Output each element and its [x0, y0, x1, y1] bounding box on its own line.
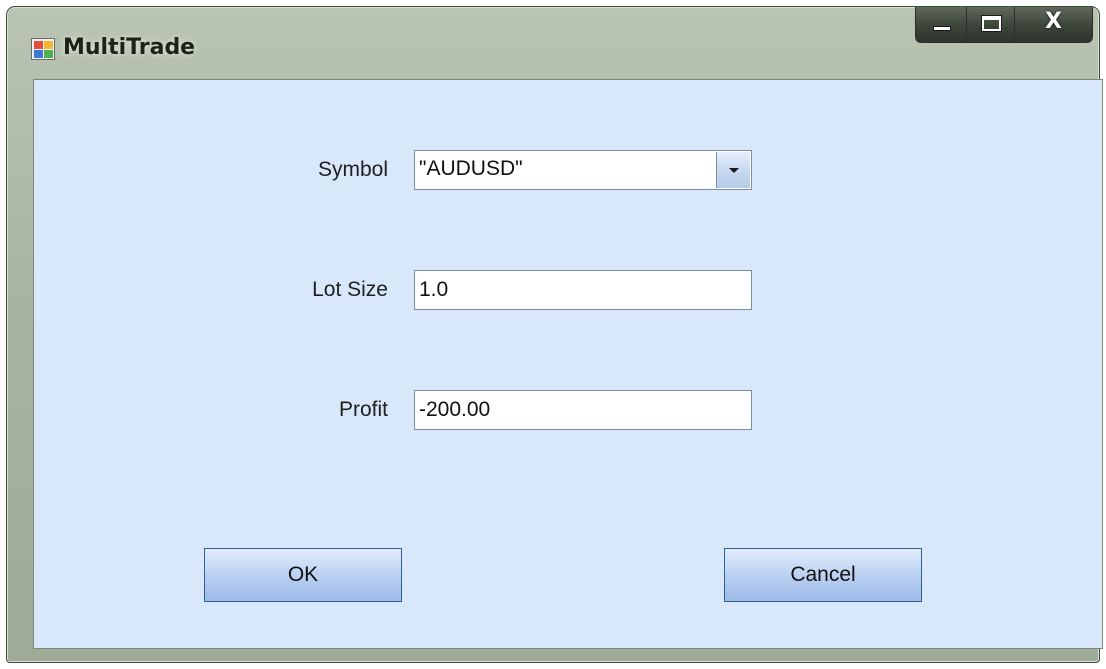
- symbol-value: "AUDUSD": [419, 157, 523, 180]
- icon-quadrant-red: [34, 41, 43, 49]
- maximize-icon: [981, 15, 1002, 32]
- symbol-label: Symbol: [317, 158, 388, 181]
- ok-button[interactable]: OK: [204, 548, 402, 602]
- profit-label: Profit: [338, 398, 388, 421]
- chevron-down-icon: [729, 168, 739, 173]
- icon-quadrant-yellow: [44, 41, 53, 49]
- minimize-icon: [933, 26, 951, 31]
- lot-size-label: Lot Size: [312, 278, 388, 301]
- title-bar[interactable]: MultiTrade X: [7, 7, 1099, 79]
- close-icon: X: [1045, 9, 1062, 34]
- cancel-button[interactable]: Cancel: [724, 548, 922, 602]
- window-title: MultiTrade: [63, 35, 196, 60]
- profit-input[interactable]: [414, 390, 752, 430]
- symbol-dropdown-button[interactable]: [716, 152, 750, 188]
- maximize-button[interactable]: [967, 7, 1015, 43]
- close-button[interactable]: X: [1015, 7, 1093, 43]
- dialog-window: MultiTrade X Symbol "AUDUSD" Lot Size Pr…: [6, 6, 1103, 663]
- caption-buttons: X: [915, 7, 1093, 43]
- app-window-icon[interactable]: [31, 38, 55, 60]
- lot-size-input[interactable]: [414, 270, 752, 310]
- icon-quadrant-green: [44, 50, 53, 58]
- icon-quadrant-blue: [34, 50, 43, 58]
- symbol-combobox[interactable]: "AUDUSD": [414, 150, 752, 190]
- minimize-button[interactable]: [915, 7, 967, 43]
- dialog-client-area: Symbol "AUDUSD" Lot Size Profit OK Cance…: [33, 79, 1103, 649]
